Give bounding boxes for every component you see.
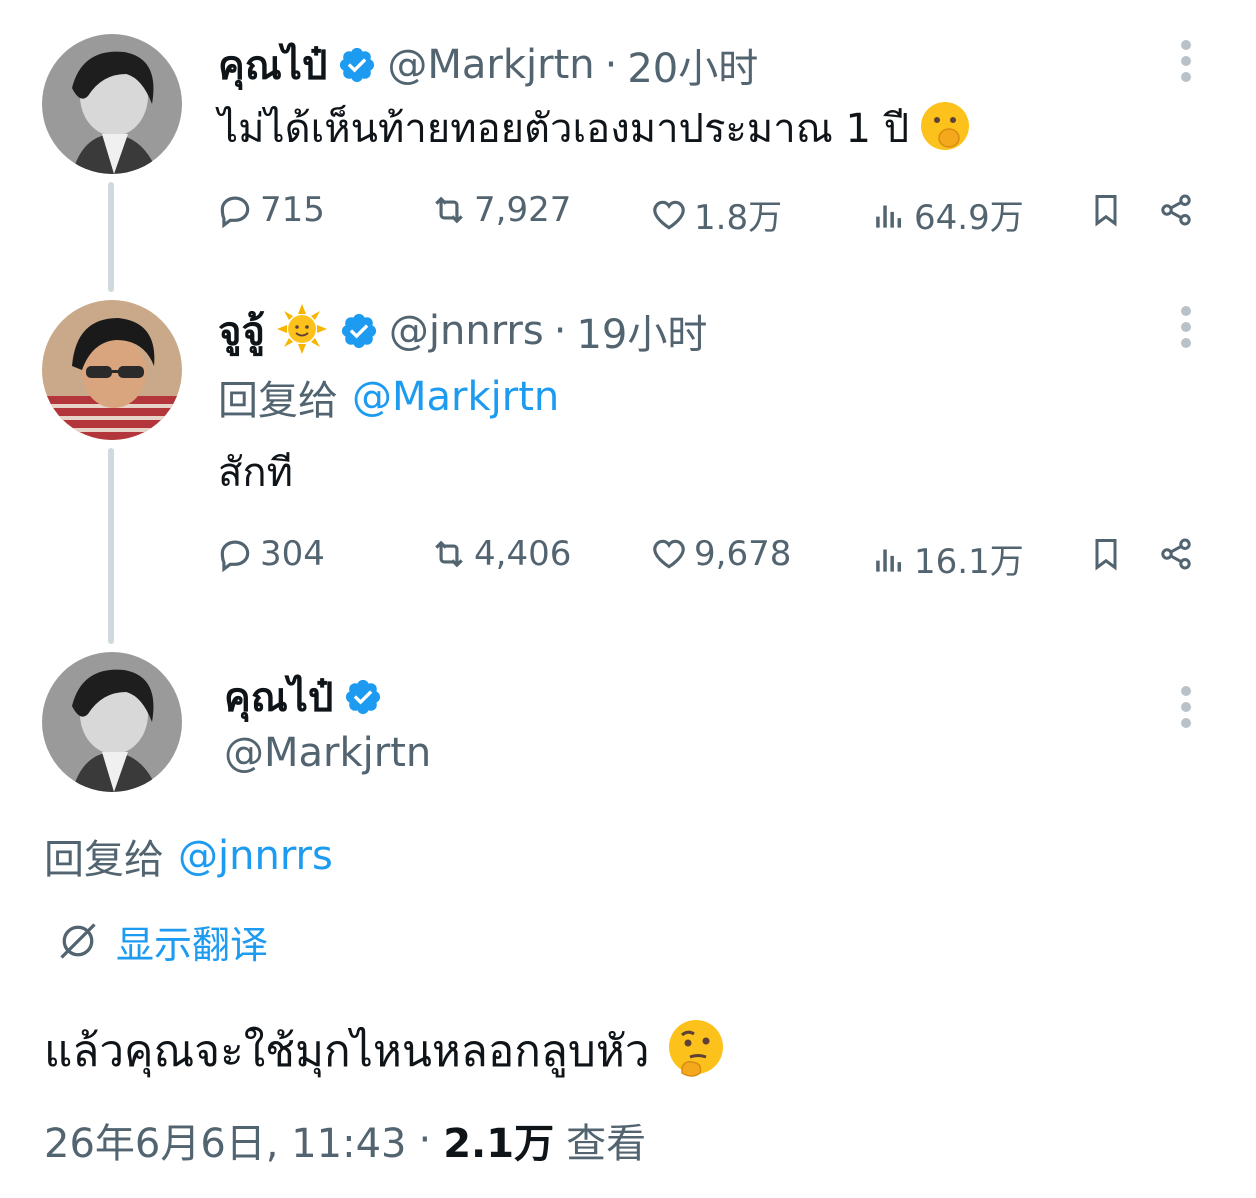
- avatar[interactable]: [42, 652, 182, 792]
- separator-dot: ·: [604, 42, 618, 88]
- reply-to-link[interactable]: @jnnrrs: [178, 833, 333, 879]
- more-options-icon[interactable]: [1176, 686, 1196, 732]
- retweet-button[interactable]: 7,927: [430, 190, 571, 230]
- timestamp[interactable]: 19小时: [576, 302, 707, 360]
- share-button[interactable]: [1158, 192, 1194, 228]
- more-options-icon[interactable]: [1176, 40, 1196, 86]
- reply-count: 715: [260, 190, 325, 230]
- thinking-face-emoji: [664, 1017, 728, 1085]
- sun-with-face-emoji: [275, 302, 329, 360]
- reply-icon: [220, 540, 250, 573]
- tweet-text: แล้วคุณจะใช้มุกไหนหลอกลูบหัว: [44, 1016, 728, 1086]
- reply-button[interactable]: 715: [216, 190, 325, 230]
- bookmark-button[interactable]: [1088, 536, 1124, 572]
- heart-icon: [653, 200, 685, 230]
- tweet-date[interactable]: 26年6月6日, 11:43: [44, 1111, 407, 1169]
- timestamp[interactable]: 20小时: [627, 36, 758, 94]
- reply-prefix: 回复给: [44, 837, 164, 883]
- retweet-count: 7,927: [474, 190, 572, 230]
- share-icon: [1161, 194, 1191, 226]
- more-options-icon[interactable]: [1176, 306, 1196, 352]
- handle[interactable]: @jnnrrs: [389, 308, 544, 354]
- translate-label: 显示翻译: [116, 922, 269, 967]
- view-count: 16.1万: [914, 542, 1024, 582]
- display-name[interactable]: คุณไป๋: [218, 33, 327, 97]
- thread-line: [108, 448, 114, 644]
- like-count: 9,678: [694, 534, 792, 574]
- bookmark-icon: [1095, 195, 1117, 227]
- like-button[interactable]: 1.8万: [650, 190, 782, 239]
- heart-icon: [653, 539, 685, 569]
- tweet-text: สักที: [218, 450, 293, 496]
- separator-dot: ·: [418, 1117, 432, 1163]
- avatar[interactable]: [42, 300, 182, 440]
- retweet-count: 4,406: [474, 534, 572, 574]
- reply-context: 回复给 @jnnrrs: [44, 830, 333, 883]
- reply-count: 304: [260, 534, 325, 574]
- reply-button[interactable]: 304: [216, 534, 325, 574]
- bookmark-icon: [1095, 539, 1117, 571]
- display-name[interactable]: จูจู้: [218, 299, 265, 363]
- view-count: 64.9万: [914, 198, 1024, 238]
- tweet-header: คุณไป๋ @Markjrtn · 20小时: [218, 40, 758, 92]
- view-label: 查看: [566, 1121, 647, 1167]
- author-name-row: คุณไป๋: [224, 672, 383, 722]
- views-button[interactable]: 64.9万: [870, 190, 1024, 239]
- author-handle-row: @Markjrtn: [224, 728, 431, 778]
- retweet-icon: [435, 196, 463, 224]
- views-button[interactable]: 16.1万: [870, 534, 1024, 583]
- view-count: 2.1万: [443, 1121, 555, 1167]
- tweet-header: จูจู้ @jnnrrs · 19小时: [218, 304, 707, 358]
- separator-dot: ·: [553, 308, 567, 354]
- views-icon: [876, 205, 902, 228]
- like-count: 1.8万: [694, 198, 783, 238]
- reply-icon: [220, 196, 250, 229]
- retweet-button[interactable]: 4,406: [430, 534, 571, 574]
- verified-badge-icon: [339, 311, 379, 351]
- tweet-text: ไม่ได้เห็นท้ายทอยตัวเองมาประมาณ 1 ปี: [218, 100, 971, 156]
- views-icon: [876, 549, 902, 572]
- translate-button[interactable]: 显示翻译: [56, 916, 269, 967]
- handle[interactable]: @Markjrtn: [387, 42, 594, 88]
- avatar[interactable]: [42, 34, 182, 174]
- like-button[interactable]: 9,678: [650, 534, 791, 574]
- display-name[interactable]: คุณไป๋: [224, 665, 333, 729]
- tweet-meta: 26年6月6日, 11:43 · 2.1万 查看: [44, 1111, 647, 1169]
- verified-badge-icon: [337, 45, 377, 85]
- reply-prefix: 回复给: [218, 378, 338, 424]
- shushing-face-emoji: [919, 100, 971, 156]
- translate-icon: [60, 923, 96, 959]
- share-button[interactable]: [1158, 536, 1194, 572]
- verified-badge-icon: [343, 677, 383, 717]
- bookmark-button[interactable]: [1088, 192, 1124, 228]
- thread-line: [108, 182, 114, 292]
- reply-context: 回复给 @Markjrtn: [218, 372, 559, 424]
- handle[interactable]: @Markjrtn: [224, 730, 431, 776]
- share-icon: [1161, 538, 1191, 570]
- retweet-icon: [435, 540, 463, 568]
- reply-to-link[interactable]: @Markjrtn: [352, 374, 559, 420]
